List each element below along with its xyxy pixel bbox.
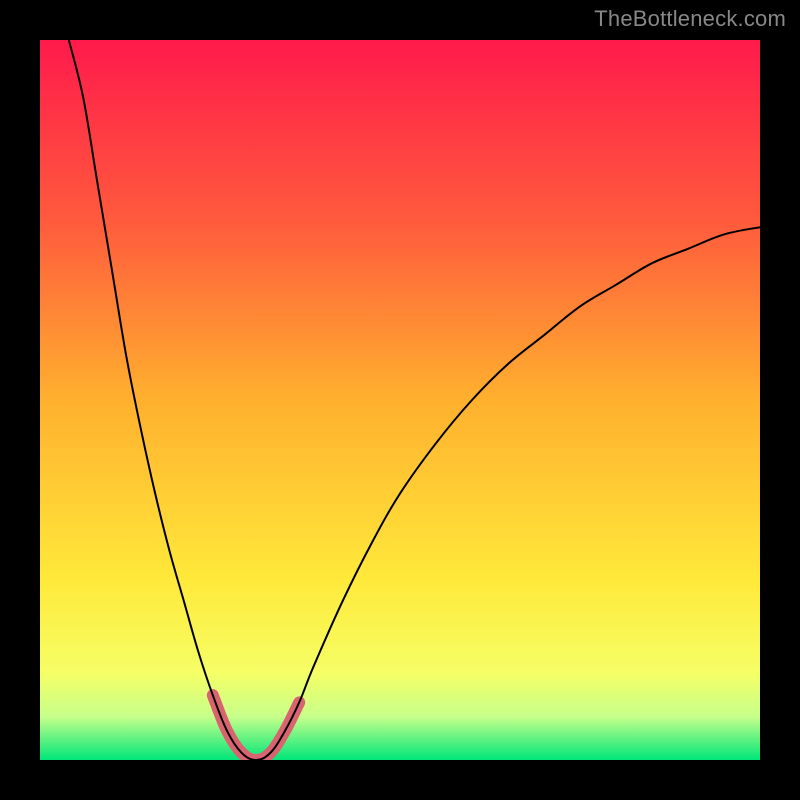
chart-svg — [40, 40, 760, 760]
chart-frame: TheBottleneck.com — [0, 0, 800, 800]
watermark-text: TheBottleneck.com — [594, 6, 786, 32]
plot-area — [40, 40, 760, 760]
gradient-background — [40, 40, 760, 760]
